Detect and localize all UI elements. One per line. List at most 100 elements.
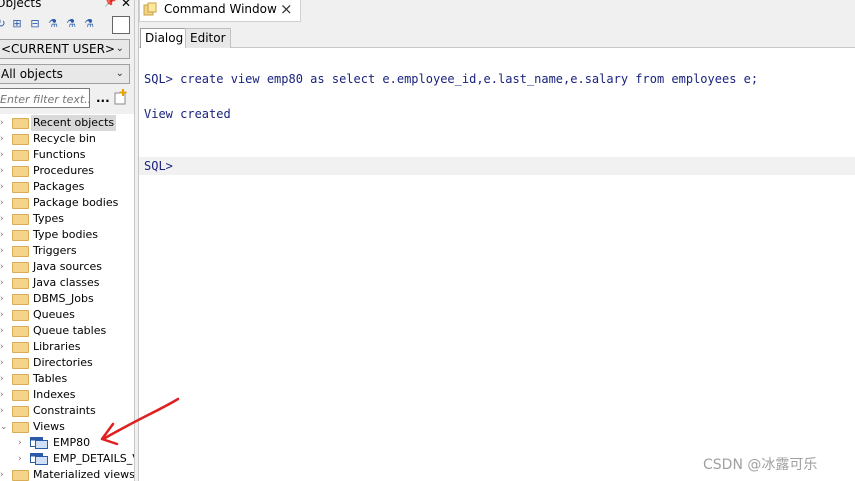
chevron-right-icon[interactable]: › bbox=[0, 323, 8, 339]
tree-item[interactable]: › Functions bbox=[0, 147, 134, 163]
sql-command-line: SQL> create view emp80 as select e.emplo… bbox=[144, 72, 759, 86]
folder-icon bbox=[12, 390, 29, 401]
tree-item[interactable]: ⌄ Views bbox=[0, 419, 134, 435]
tree-item[interactable]: › Indexes bbox=[0, 387, 134, 403]
new-object-icon[interactable] bbox=[114, 89, 128, 105]
chevron-right-icon[interactable]: › bbox=[0, 307, 8, 323]
tree-item[interactable]: › Libraries bbox=[0, 339, 134, 355]
current-prompt-line[interactable] bbox=[139, 157, 855, 175]
filter-icon[interactable]: ⚗ bbox=[46, 17, 60, 31]
refresh-icon[interactable]: ↻ bbox=[0, 17, 8, 31]
sql-prompt: SQL> bbox=[144, 159, 173, 173]
chevron-right-icon[interactable]: › bbox=[0, 211, 8, 227]
result-message: View created bbox=[144, 107, 231, 121]
document-tabstrip bbox=[301, 0, 855, 22]
chevron-right-icon[interactable]: › bbox=[0, 355, 8, 371]
chevron-right-icon[interactable]: › bbox=[0, 179, 8, 195]
tab-editor[interactable]: Editor bbox=[185, 28, 231, 48]
chevron-right-icon[interactable]: › bbox=[0, 259, 8, 275]
close-icon[interactable]: × bbox=[280, 0, 293, 18]
chevron-down-icon[interactable]: ⌄ bbox=[0, 419, 8, 435]
view-item[interactable]: › EMP80 bbox=[0, 435, 134, 451]
chevron-right-icon[interactable]: › bbox=[0, 387, 8, 403]
chevron-right-icon[interactable]: › bbox=[18, 435, 26, 451]
chevron-right-icon[interactable]: › bbox=[0, 163, 8, 179]
object-browser-panel: Objects 📌 ✕ ↻ ⊞ ⊟ ⚗ ⚗ ⚗ <CURRENT USER> ⌄… bbox=[0, 0, 134, 481]
tree-item[interactable]: › Constraints bbox=[0, 403, 134, 419]
tab-dialog[interactable]: Dialog bbox=[140, 28, 189, 48]
tree-item[interactable]: › DBMS_Jobs bbox=[0, 291, 134, 307]
object-browser-toolbar: ↻ ⊞ ⊟ ⚗ ⚗ ⚗ bbox=[0, 15, 134, 37]
tree-item-label: Procedures bbox=[33, 164, 94, 177]
chevron-right-icon[interactable]: › bbox=[0, 227, 8, 243]
chevron-right-icon[interactable]: › bbox=[0, 291, 8, 307]
filter-options-button[interactable]: ... bbox=[96, 91, 110, 105]
tree-item-label: Recycle bin bbox=[33, 132, 96, 145]
tree-item-label: Libraries bbox=[33, 340, 81, 353]
chevron-right-icon[interactable]: › bbox=[0, 115, 8, 131]
tree-item-label: Queues bbox=[33, 308, 75, 321]
tree-item-label: Triggers bbox=[33, 244, 77, 257]
view-item-label: EMP_DETAILS_VIEW bbox=[53, 452, 134, 465]
pin-icon[interactable]: 📌 bbox=[104, 0, 116, 8]
tree-item-label: Java sources bbox=[33, 260, 102, 273]
tree-item[interactable]: › Tables bbox=[0, 371, 134, 387]
object-type-combo[interactable]: All objects ⌄ bbox=[0, 64, 130, 84]
folder-icon bbox=[12, 118, 29, 129]
object-filter-icon[interactable]: ⚗ bbox=[64, 17, 78, 31]
tree-item[interactable]: › Type bodies bbox=[0, 227, 134, 243]
command-output[interactable]: SQL> create view emp80 as select e.emplo… bbox=[139, 48, 855, 481]
tree-item[interactable]: › Materialized views bbox=[0, 467, 134, 481]
tree-item-label: Package bodies bbox=[33, 196, 119, 209]
tree-item[interactable]: › Java classes bbox=[0, 275, 134, 291]
folder-icon bbox=[12, 262, 29, 273]
user-combo[interactable]: <CURRENT USER> ⌄ bbox=[0, 39, 130, 59]
tree-item[interactable]: › Recycle bin bbox=[0, 131, 134, 147]
collapse-all-icon[interactable]: ⊟ bbox=[28, 17, 42, 31]
folder-icon bbox=[12, 294, 29, 305]
tab-command-window[interactable]: Command Window × bbox=[139, 0, 301, 22]
folder-icon bbox=[12, 150, 29, 161]
object-type-combo-value: All objects bbox=[1, 67, 63, 81]
tree-item[interactable]: › Java sources bbox=[0, 259, 134, 275]
folder-icon bbox=[12, 358, 29, 369]
view-icon bbox=[30, 453, 48, 465]
chevron-right-icon[interactable]: › bbox=[0, 243, 8, 259]
sub-tab-bar: Dialog Editor bbox=[139, 22, 855, 48]
tree-item[interactable]: › Types bbox=[0, 211, 134, 227]
tree-item-label: Functions bbox=[33, 148, 86, 161]
chevron-right-icon[interactable]: › bbox=[0, 275, 8, 291]
folder-filter-icon[interactable]: ⚗ bbox=[82, 17, 96, 31]
tree-item-label: Constraints bbox=[33, 404, 96, 417]
toggle-square-button[interactable] bbox=[112, 16, 130, 34]
tree-item[interactable]: › Triggers bbox=[0, 243, 134, 259]
tree-item[interactable]: › Package bodies bbox=[0, 195, 134, 211]
chevron-right-icon[interactable]: › bbox=[0, 195, 8, 211]
tree-item[interactable]: › Queue tables bbox=[0, 323, 134, 339]
tree-item[interactable]: › Packages bbox=[0, 179, 134, 195]
chevron-right-icon[interactable]: › bbox=[0, 339, 8, 355]
tree-item[interactable]: › Recent objects bbox=[0, 115, 134, 131]
close-panel-icon[interactable]: ✕ bbox=[121, 0, 131, 10]
chevron-right-icon[interactable]: › bbox=[0, 403, 8, 419]
chevron-right-icon[interactable]: › bbox=[0, 371, 8, 387]
folder-icon bbox=[12, 326, 29, 337]
view-item[interactable]: › EMP_DETAILS_VIEW bbox=[0, 451, 134, 467]
folder-icon bbox=[12, 230, 29, 241]
tree-item-label: Indexes bbox=[33, 388, 76, 401]
expand-all-icon[interactable]: ⊞ bbox=[10, 17, 24, 31]
filter-input[interactable] bbox=[0, 88, 90, 108]
chevron-right-icon[interactable]: › bbox=[0, 147, 8, 163]
folder-icon bbox=[12, 278, 29, 289]
chevron-right-icon[interactable]: › bbox=[0, 131, 8, 147]
chevron-right-icon[interactable]: › bbox=[18, 451, 26, 467]
tree-item[interactable]: › Procedures bbox=[0, 163, 134, 179]
folder-icon bbox=[12, 310, 29, 321]
tree-item-label: Materialized views bbox=[33, 468, 134, 481]
chevron-right-icon[interactable]: › bbox=[0, 467, 8, 481]
tree-item[interactable]: › Queues bbox=[0, 307, 134, 323]
folder-icon bbox=[12, 166, 29, 177]
view-icon bbox=[30, 437, 48, 449]
tree-item[interactable]: › Directories bbox=[0, 355, 134, 371]
folder-icon bbox=[12, 214, 29, 225]
